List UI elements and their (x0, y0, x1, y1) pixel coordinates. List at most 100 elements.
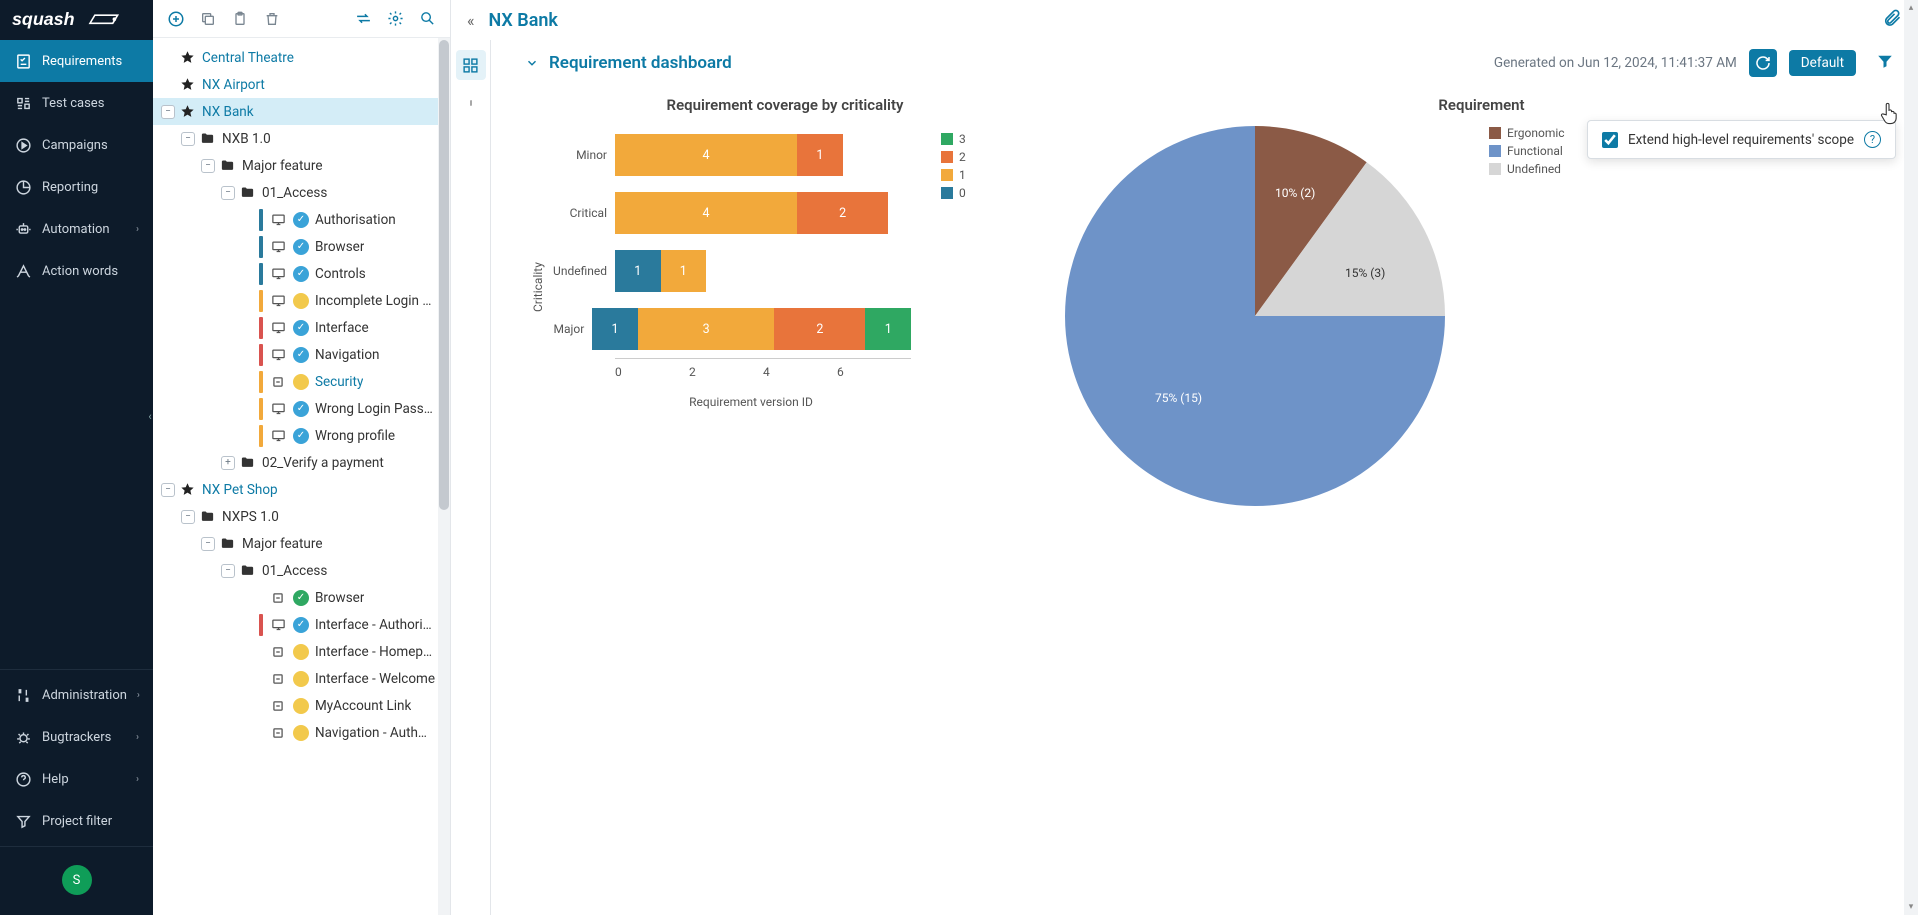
tree-scrollbar-thumb[interactable] (439, 40, 449, 510)
logo[interactable]: squash (0, 0, 153, 40)
filter-icon (14, 812, 32, 830)
chevron-right-icon: › (136, 732, 139, 743)
attachment-icon[interactable] (1882, 8, 1902, 32)
tree-row[interactable]: −01_Access (153, 179, 450, 206)
status-icon (293, 374, 309, 390)
tree-row[interactable]: ✓Wrong Login Pass… (153, 395, 450, 422)
extend-scope-checkbox[interactable] (1602, 132, 1618, 148)
bar-segment: 2 (774, 308, 865, 350)
scroll-up-icon[interactable]: ▴ (1905, 1, 1917, 15)
tree-row[interactable]: ✓Interface (153, 314, 450, 341)
scroll-down-icon[interactable]: ▾ (1905, 900, 1917, 914)
default-button[interactable]: Default (1789, 50, 1856, 76)
tree-row[interactable]: Interface - Homep… (153, 638, 450, 665)
tree-row[interactable]: −NX Bank (153, 98, 450, 125)
toggle-icon[interactable]: − (161, 105, 175, 119)
sidebar-collapse-handle[interactable]: ‹ (143, 405, 157, 427)
tree-row[interactable]: +02_Verify a payment (153, 449, 450, 476)
tree-label: Browser (315, 590, 364, 606)
nav-test-cases[interactable]: Test cases (0, 82, 153, 124)
coverage-chart: Requirement coverage by criticality Crit… (525, 96, 1045, 506)
nav-administration[interactable]: Administration› (0, 674, 153, 716)
info-view-icon[interactable] (456, 86, 486, 116)
pie-label: 10% (2) (1275, 186, 1315, 200)
breadcrumb[interactable]: NX Bank (489, 10, 558, 31)
help-icon[interactable]: ? (1864, 131, 1881, 148)
tree-row[interactable]: Central Theatre (153, 44, 450, 71)
tree-row[interactable]: Navigation - Auth… (153, 719, 450, 746)
bar-segment: 1 (797, 134, 843, 176)
dashboard-title[interactable]: Requirement dashboard (525, 53, 732, 73)
pie-label: 75% (15) (1155, 391, 1202, 405)
nav-bugtrackers[interactable]: Bugtrackers› (0, 716, 153, 758)
tree-row[interactable]: NX Airport (153, 71, 450, 98)
bar-segment: 4 (615, 134, 797, 176)
status-icon: ✓ (293, 617, 309, 633)
tree-row[interactable]: ✓Wrong profile (153, 422, 450, 449)
tree-row[interactable]: ✓Controls (153, 260, 450, 287)
filter-icon[interactable] (1872, 48, 1898, 78)
star-icon (179, 49, 196, 66)
req-type-icon (269, 616, 287, 634)
criticality-bar (259, 344, 263, 366)
folder-icon (239, 562, 256, 579)
tree-row[interactable]: Incomplete Login … (153, 287, 450, 314)
bar-segment: 2 (797, 192, 888, 234)
nav-automation[interactable]: Automation› (0, 208, 153, 250)
tree[interactable]: Central Theatre NX Airport−NX Bank−NXB 1.… (153, 38, 450, 915)
req-type-icon (269, 238, 287, 256)
toggle-icon[interactable]: − (221, 564, 235, 578)
tree-row[interactable]: −NXB 1.0 (153, 125, 450, 152)
coverage-legend: 3210 (941, 132, 966, 409)
toggle-icon[interactable]: − (181, 132, 195, 146)
dashboard-view-icon[interactable] (456, 50, 486, 80)
search-icon[interactable] (414, 6, 440, 32)
toggle-icon[interactable]: − (201, 537, 215, 551)
tree-row[interactable]: −NXPS 1.0 (153, 503, 450, 530)
toggle-icon[interactable]: − (201, 159, 215, 173)
tree-row[interactable]: Interface - Welcome (153, 665, 450, 692)
tree-row[interactable]: ✓ Interface - Authori… (153, 611, 450, 638)
tree-row[interactable]: ✓Browser (153, 584, 450, 611)
tree-panel: Central Theatre NX Airport−NX Bank−NXB 1.… (153, 0, 451, 915)
avatar[interactable]: S (62, 865, 92, 895)
tree-row[interactable]: −Major feature (153, 530, 450, 557)
tree-row[interactable]: Security (153, 368, 450, 395)
nav-reporting[interactable]: Reporting (0, 166, 153, 208)
criticality-bar (259, 290, 263, 312)
add-icon[interactable] (163, 6, 189, 32)
nav-campaigns[interactable]: Campaigns (0, 124, 153, 166)
toggle-icon[interactable]: − (161, 483, 175, 497)
nav-requirements[interactable]: Requirements (0, 40, 153, 82)
tree-row[interactable]: −01_Access (153, 557, 450, 584)
tree-row[interactable]: ✓Authorisation (153, 206, 450, 233)
star-icon (179, 103, 196, 120)
tree-row[interactable]: ✓Navigation (153, 341, 450, 368)
tree-row[interactable]: −Major feature (153, 152, 450, 179)
copy-icon[interactable] (195, 6, 221, 32)
nav-help[interactable]: Help› (0, 758, 153, 800)
status-icon (293, 293, 309, 309)
criticality-bar (259, 263, 263, 285)
tree-row[interactable]: MyAccount Link (153, 692, 450, 719)
bar-track: 41 (615, 134, 911, 176)
tree-label: Browser (315, 239, 364, 255)
toggle-icon[interactable]: − (221, 186, 235, 200)
tree-row[interactable]: −NX Pet Shop (153, 476, 450, 503)
camp-icon (14, 136, 32, 154)
nav-action-words[interactable]: Action words (0, 250, 153, 292)
gear-icon[interactable] (382, 6, 408, 32)
paste-icon[interactable] (227, 6, 253, 32)
main-scrollbar[interactable]: ▴ ▾ (1904, 0, 1918, 915)
tree-row[interactable]: ✓Browser (153, 233, 450, 260)
tree-label: Interface - Authori… (315, 617, 432, 633)
toggle-icon[interactable]: − (181, 510, 195, 524)
doc-icon (269, 589, 287, 607)
collapse-panel-icon[interactable]: « (467, 11, 475, 30)
toggle-icon[interactable]: + (221, 456, 235, 470)
refresh-button[interactable] (1749, 49, 1777, 77)
sort-icon[interactable] (350, 6, 376, 32)
delete-icon[interactable] (259, 6, 285, 32)
tree-label: Central Theatre (202, 50, 294, 66)
nav-project-filter[interactable]: Project filter (0, 800, 153, 842)
